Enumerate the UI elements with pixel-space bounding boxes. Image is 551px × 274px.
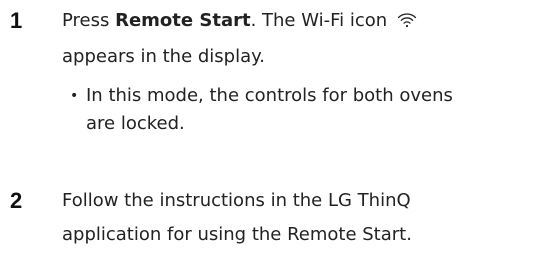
wifi-icon	[397, 6, 417, 40]
remote-start-label: Remote Start	[115, 10, 251, 31]
step-text-line-1: Follow the instructions in the LG ThinQ	[62, 190, 411, 211]
bullet-text: In this mode, the controls for both oven…	[86, 82, 536, 138]
step-number: 2	[10, 188, 23, 213]
step-number: 1	[10, 8, 23, 33]
step-text-suffix: . The Wi-Fi icon	[250, 10, 388, 31]
step-text-line-2: application for using the Remote Start.	[62, 224, 412, 245]
step-text-line-2: appears in the display.	[62, 46, 265, 67]
bullet-text-line-2: are locked.	[86, 113, 185, 134]
step-text-line-1: Press Remote Start. The Wi-Fi icon	[62, 4, 542, 40]
step-text: Press Remote Start. The Wi-Fi icon appea…	[62, 4, 542, 74]
step-text: Follow the instructions in the LG ThinQ …	[62, 184, 542, 252]
bullet-text-line-1: In this mode, the controls for both oven…	[86, 85, 453, 106]
bullet-marker: •	[70, 88, 79, 104]
step-text-prefix: Press	[62, 10, 116, 31]
